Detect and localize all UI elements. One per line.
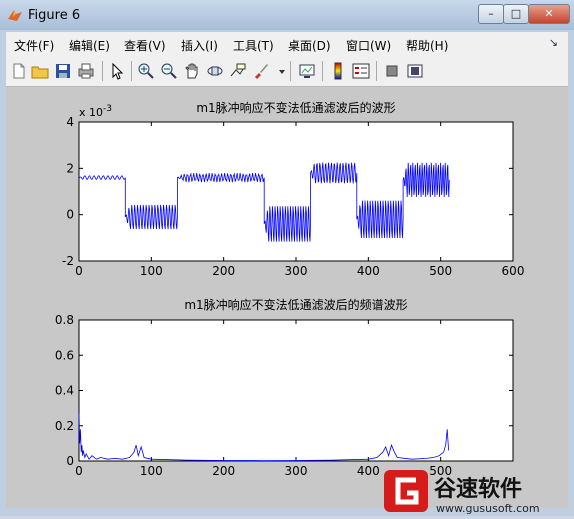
dock-arrow-icon[interactable]: ↘: [549, 36, 558, 49]
x-tick-label: 400: [357, 264, 380, 278]
show-plot-tools-icon[interactable]: [406, 62, 424, 80]
window-title: Figure 6: [28, 8, 81, 23]
x-tick-label: 600: [502, 264, 525, 278]
menu-bar: 文件(F) 编辑(E) 查看(V) 插入(I) 工具(T) 桌面(D) 窗口(W…: [6, 32, 568, 56]
minimize-button[interactable]: –: [478, 4, 504, 24]
y-tick-label: 0.6: [55, 348, 74, 362]
axes-top[interactable]: m1脉冲响应不变法低通滤波后的波形 x 10-3 0 100 200 300 400 50…: [62, 100, 524, 278]
brush-icon[interactable]: [252, 62, 270, 80]
rotate-3d-icon[interactable]: [206, 62, 224, 80]
zoom-out-icon[interactable]: [160, 62, 178, 80]
zoom-in-icon[interactable]: [137, 62, 155, 80]
x-tick-label: 100: [140, 264, 163, 278]
y-tick-label: 4: [66, 115, 74, 129]
hide-plot-tools-icon[interactable]: [383, 62, 401, 80]
print-icon[interactable]: [77, 62, 95, 80]
link-plot-icon[interactable]: [298, 62, 316, 80]
menu-help[interactable]: 帮助(H): [406, 37, 448, 54]
axes-bottom[interactable]: m1脉冲响应不变法低通滤波后的频谱波形 0 100 200 300 400 50000.2…: [55, 297, 514, 478]
pointer-icon[interactable]: [108, 62, 126, 80]
x-tick-label: 0: [75, 464, 83, 478]
y-tick-label: 0.4: [55, 384, 74, 398]
x-tick-label: 300: [285, 264, 308, 278]
data-cursor-icon[interactable]: [229, 62, 247, 80]
plots-area: m1脉冲响应不变法低通滤波后的波形 x 10-3 0 100 200 300 400 50…: [55, 100, 525, 478]
x-tick-label: 500: [429, 264, 452, 278]
figure-toolbar: [6, 56, 568, 87]
close-button[interactable]: ✕: [528, 4, 570, 24]
menu-insert[interactable]: 插入(I): [181, 37, 218, 54]
axes-top-box: [78, 121, 514, 262]
open-folder-icon[interactable]: [31, 62, 49, 80]
x-tick-label: 300: [285, 464, 308, 478]
exponent-power: -3: [103, 104, 112, 114]
maximize-button[interactable]: □: [503, 4, 529, 24]
axes-top-exponent: x 10-3: [79, 104, 112, 119]
y-tick-label: 2: [66, 161, 74, 175]
axes-bottom-title: m1脉冲响应不变法低通滤波后的频谱波形: [184, 297, 407, 312]
matlab-icon: [7, 7, 23, 23]
legend-icon[interactable]: [352, 62, 370, 80]
y-tick-label: -2: [62, 254, 74, 268]
title-bar[interactable]: Figure 6 – □ ✕: [0, 0, 574, 30]
figure-window: Figure 6 – □ ✕ 文件(F) 编辑(E) 查看(V) 插入(I) 工…: [0, 0, 574, 516]
menu-tools[interactable]: 工具(T): [233, 37, 274, 54]
y-tick-label: 0.2: [55, 419, 74, 433]
watermark: 谷速软件 www.gususoft.com: [384, 456, 574, 516]
figure-canvas: m1脉冲响应不变法低通滤波后的波形 x 10-3 0 100 200 300 400 50…: [6, 87, 568, 508]
menu-view[interactable]: 查看(V): [124, 37, 166, 54]
x-tick-label: 100: [140, 464, 163, 478]
x-tick-label: 200: [212, 464, 235, 478]
y-tick-label: 0: [66, 208, 74, 222]
x-tick-label: 200: [212, 264, 235, 278]
y-tick-label: 0.8: [55, 313, 74, 327]
new-file-icon[interactable]: [10, 62, 28, 80]
axes-top-title: m1脉冲响应不变法低通滤波后的波形: [196, 100, 395, 115]
pan-hand-icon[interactable]: [183, 62, 201, 80]
menu-file[interactable]: 文件(F): [14, 37, 54, 54]
x-tick-label: 400: [357, 464, 380, 478]
menu-window[interactable]: 窗口(W): [346, 37, 391, 54]
menu-edit[interactable]: 编辑(E): [69, 37, 110, 54]
watermark-url: www.gususoft.com: [436, 502, 540, 515]
brush-dropdown-icon[interactable]: [273, 62, 285, 80]
colorbar-icon[interactable]: [329, 62, 347, 80]
watermark-brand: 谷速软件: [434, 476, 522, 502]
menu-desktop[interactable]: 桌面(D): [288, 37, 331, 54]
y-tick-label: 0: [66, 454, 74, 468]
save-icon[interactable]: [54, 62, 72, 80]
exponent-base: x 10: [79, 106, 103, 119]
watermark-logo-icon: [384, 470, 428, 512]
x-tick-label: 0: [75, 264, 83, 278]
